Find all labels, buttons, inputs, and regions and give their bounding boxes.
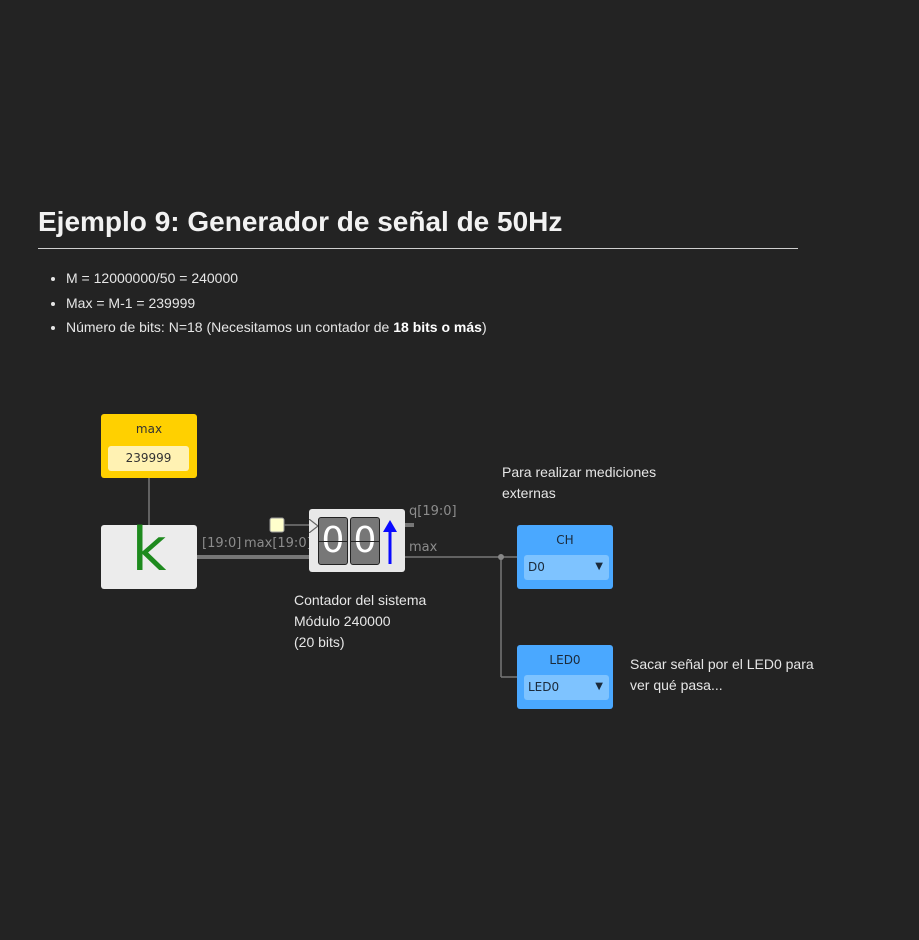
- wire-junction: [498, 554, 504, 560]
- output-block-led0[interactable]: LED0 LED0 ▼: [517, 645, 613, 709]
- wire-label-max-out: max: [409, 540, 438, 555]
- note-line: (20 bits): [294, 634, 345, 650]
- wire-label-max-in: max[19:0]: [244, 536, 312, 551]
- ch-note: Para realizar mediciones externas: [502, 462, 656, 504]
- k-symbol: k: [131, 515, 167, 585]
- wire-label-k: [19:0]: [202, 536, 242, 551]
- select-value: LED0: [528, 680, 560, 694]
- note-line: ver qué pasa...: [630, 677, 723, 693]
- note-line: Contador del sistema: [294, 592, 427, 608]
- counter-digit: 0: [350, 517, 380, 565]
- note-line: externas: [502, 485, 556, 501]
- digit-divider: [319, 541, 347, 542]
- led-pin-select[interactable]: LED0 ▼: [524, 675, 609, 700]
- constant-value-field[interactable]: 239999: [108, 446, 189, 471]
- ch-pin-select[interactable]: D0 ▼: [524, 555, 609, 580]
- led-note: Sacar señal por el LED0 para ver qué pas…: [630, 654, 814, 696]
- constant-block-max[interactable]: max 239999: [101, 414, 197, 478]
- note-line: Sacar señal por el LED0 para: [630, 656, 814, 672]
- port-label: LED0: [549, 653, 581, 667]
- caret-down-icon: ▼: [595, 681, 603, 692]
- port-label: CH: [556, 533, 574, 547]
- counter-digit: 0: [318, 517, 348, 565]
- output-block-ch[interactable]: CH D0 ▼: [517, 525, 613, 589]
- caret-down-icon: ▼: [595, 561, 603, 572]
- digit-divider: [351, 541, 379, 542]
- clock-input-box: [269, 517, 285, 533]
- note-line: Módulo 240000: [294, 613, 391, 629]
- constant-label: max: [135, 422, 163, 436]
- counter-block[interactable]: 0 0: [309, 509, 405, 572]
- wire-label-q: q[19:0]: [409, 504, 457, 519]
- note-line: Para realizar mediciones: [502, 464, 657, 480]
- counter-note: Contador del sistema Módulo 240000 (20 b…: [294, 590, 426, 653]
- constant-k-block[interactable]: k: [101, 515, 197, 589]
- up-arrow-icon: [383, 520, 397, 564]
- select-value: D0: [528, 560, 545, 574]
